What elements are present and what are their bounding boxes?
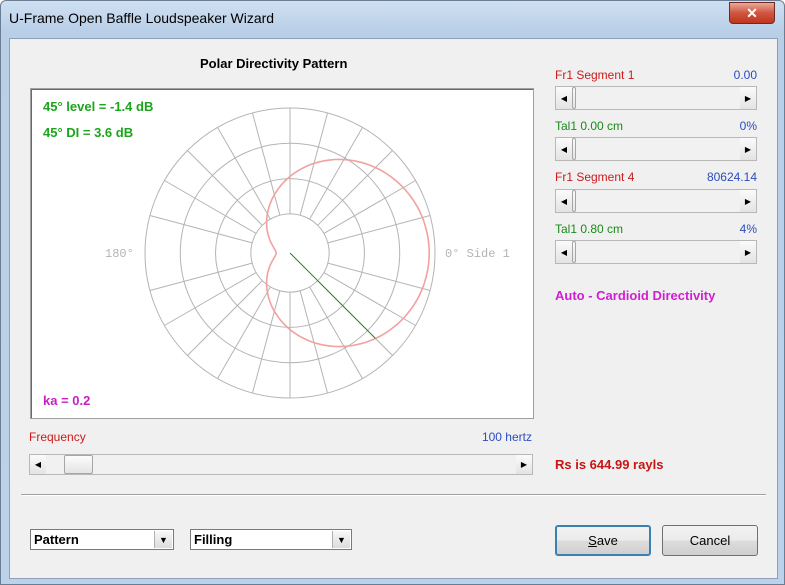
polar-grid-spoke xyxy=(251,290,281,394)
left-arrow-icon[interactable]: ◀ xyxy=(556,190,572,212)
tal1-second-slider[interactable]: ◀ ▶ xyxy=(555,240,757,264)
tal1-slider[interactable]: ◀ ▶ xyxy=(555,137,757,161)
polar-grid-spoke xyxy=(309,127,363,220)
rs-readout: Rs is 644.99 rayls xyxy=(555,457,664,472)
close-icon: ✕ xyxy=(746,5,758,21)
polar-grid-spoke xyxy=(327,214,431,244)
polar-plot-panel: 180° 0° Side 1 45° level = -1.4 dB 45° D… xyxy=(30,88,534,419)
right-arrow-icon[interactable]: ▶ xyxy=(740,190,756,212)
tal1-second-value: 4% xyxy=(739,222,757,236)
tal1-second-label: Tal1 0.80 cm xyxy=(555,222,624,236)
filling-dropdown-value: Filling xyxy=(194,532,233,547)
chevron-down-icon[interactable]: ▼ xyxy=(154,531,172,548)
label-180-degrees: 180° xyxy=(105,247,134,261)
left-arrow-icon[interactable]: ◀ xyxy=(556,241,572,263)
polar-grid-spoke xyxy=(187,280,263,356)
polar-grid-spoke xyxy=(187,150,263,226)
frequency-scrollbar-thumb[interactable] xyxy=(63,455,93,474)
separator-line xyxy=(21,494,766,496)
title-bar: U-Frame Open Baffle Loudspeaker Wizard ✕ xyxy=(1,1,784,35)
segment4-slider[interactable]: ◀ ▶ xyxy=(555,189,757,213)
right-arrow-icon[interactable]: ▶ xyxy=(740,138,756,160)
chevron-down-icon[interactable]: ▼ xyxy=(332,531,350,548)
segment4-value: 80624.14 xyxy=(706,170,757,184)
angle-indicator-line xyxy=(289,252,376,339)
di-readout: 45° DI = 3.6 dB xyxy=(43,125,134,140)
polar-grid-spoke xyxy=(251,112,281,216)
segment1-value: 0.00 xyxy=(733,68,757,82)
plot-title: Polar Directivity Pattern xyxy=(200,56,348,71)
pattern-dropdown[interactable]: Pattern ▼ xyxy=(30,529,174,550)
label-0-degrees-side-1: 0° Side 1 xyxy=(445,247,510,261)
right-arrow-icon[interactable]: ▶ xyxy=(516,455,532,474)
tal1-label: Tal1 0.00 cm xyxy=(555,119,624,133)
polar-grid-spoke xyxy=(149,214,253,244)
level-readout: 45° level = -1.4 dB xyxy=(43,99,154,114)
segment4-label: Fr1 Segment 4 xyxy=(555,170,635,184)
segment1-slider[interactable]: ◀ ▶ xyxy=(555,86,757,110)
right-arrow-icon[interactable]: ▶ xyxy=(740,241,756,263)
polar-grid-spoke xyxy=(164,180,257,234)
pattern-dropdown-value: Pattern xyxy=(34,532,79,547)
filling-dropdown[interactable]: Filling ▼ xyxy=(190,529,352,550)
left-arrow-icon[interactable]: ◀ xyxy=(30,455,46,474)
tal1-value: 0% xyxy=(739,119,757,133)
polar-grid-spoke xyxy=(149,262,253,292)
directivity-mode-text: Auto - Cardioid Directivity xyxy=(555,288,716,303)
polar-grid-spoke xyxy=(217,286,271,379)
tal1-second-slider-thumb[interactable] xyxy=(572,241,576,263)
frequency-label: Frequency xyxy=(29,430,86,444)
polar-grid-spoke xyxy=(309,286,363,379)
polar-grid-spoke xyxy=(217,127,271,220)
dialog-window: U-Frame Open Baffle Loudspeaker Wizard ✕… xyxy=(0,0,785,585)
save-mnemonic: S xyxy=(588,533,597,548)
segment1-label: Fr1 Segment 1 xyxy=(555,68,635,82)
left-arrow-icon[interactable]: ◀ xyxy=(556,138,572,160)
ka-readout: ka = 0.2 xyxy=(43,393,91,408)
tal1-slider-thumb[interactable] xyxy=(572,138,576,160)
cancel-button[interactable]: Cancel xyxy=(662,525,758,556)
dialog-client-area: Polar Directivity Pattern 180° 0° Side 1… xyxy=(9,38,778,579)
segment1-slider-thumb[interactable] xyxy=(572,87,576,109)
save-label-rest: ave xyxy=(596,533,618,548)
segment4-slider-thumb[interactable] xyxy=(572,190,576,212)
polar-grid-spoke xyxy=(323,272,416,326)
polar-grid-spoke xyxy=(327,262,431,292)
frequency-scrollbar[interactable]: ◀ ▶ xyxy=(29,454,533,475)
polar-grid-spoke xyxy=(323,180,416,234)
polar-grid-spoke xyxy=(164,272,257,326)
right-arrow-icon[interactable]: ▶ xyxy=(740,87,756,109)
directivity-pattern-curve xyxy=(265,158,431,348)
close-button[interactable]: ✕ xyxy=(729,2,775,24)
save-button[interactable]: Save xyxy=(555,525,651,556)
frequency-value: 100 hertz xyxy=(481,430,532,444)
window-title: U-Frame Open Baffle Loudspeaker Wizard xyxy=(9,10,275,26)
left-arrow-icon[interactable]: ◀ xyxy=(556,87,572,109)
